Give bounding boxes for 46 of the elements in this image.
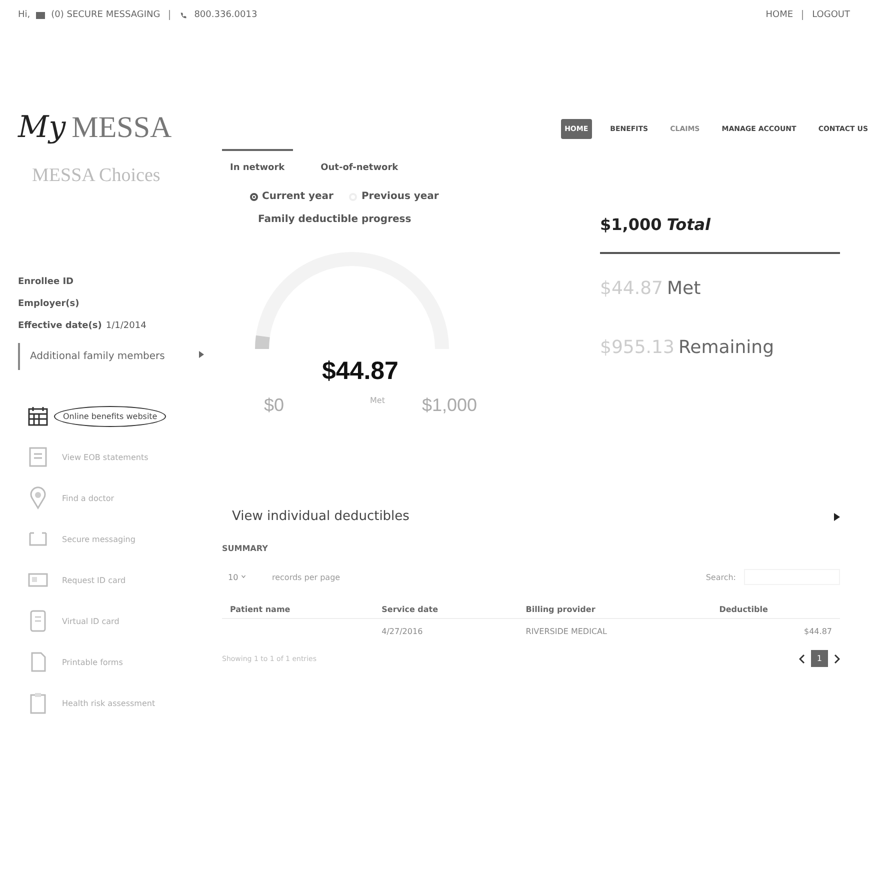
greeting: Hi, [18,10,30,20]
field-label: Employer(s) [18,299,80,309]
next-page-icon[interactable] [834,654,840,664]
gauge-min: $0 [264,395,284,416]
logo[interactable]: My MESSA [18,110,172,145]
met-label: Met [666,278,701,299]
column-header[interactable]: Billing provider [518,601,712,618]
phone-icon [179,12,188,18]
progress-title: Family deductible progress [258,214,412,225]
network-tab[interactable]: In network [222,149,293,173]
caret-icon[interactable] [834,512,840,520]
table-cell: RIVERSIDE MEDICAL [526,627,607,636]
caret-icon [198,351,204,358]
field-label: Enrollee ID [18,277,74,287]
phone-number: 800.336.0013 [194,10,258,20]
total-amount: $1,000 [600,215,662,234]
network-tab[interactable]: Out-of-network [312,149,406,173]
summary-title: SUMMARY [222,544,269,553]
calendar-icon [26,404,50,428]
family-members-button[interactable]: Additional family members [18,343,218,370]
total-label: Total [666,215,711,234]
remaining-label: Remaining [678,337,774,358]
column-header[interactable]: Patient name [222,601,374,618]
top-link[interactable]: HOME [766,10,794,20]
table-cell: 4/27/2016 [382,627,423,636]
year-radio[interactable]: Previous year [349,191,439,202]
column-header[interactable]: Service date [374,601,518,618]
page-size-label: records per page [272,572,340,582]
table-cell: $44.87 [804,627,832,636]
secure-messaging-link[interactable]: (0) SECURE MESSAGING [51,10,160,20]
field-value: 1/1/2014 [106,321,146,331]
individual-deductibles-link[interactable]: View individual deductibles [232,509,410,524]
search-label: Search: [706,572,736,582]
chevron-down-icon [240,572,246,580]
gauge-caption: Met [370,396,385,405]
met-amount-large: $44.87 [322,357,398,386]
plan-name: MESSA Choices [32,165,162,187]
field-label: Effective date(s) [18,321,102,331]
previous-page-icon[interactable] [798,654,805,664]
page-button[interactable]: 1 [810,650,828,667]
gauge-max: $1,000 [422,395,478,416]
column-header[interactable]: Deductible [711,601,840,618]
page-size-select[interactable]: 10 [228,572,264,582]
year-radio[interactable]: Current year [250,191,334,202]
sidebar-link[interactable]: Online benefits website [54,406,166,426]
top-link[interactable]: LOGOUT [812,10,850,20]
